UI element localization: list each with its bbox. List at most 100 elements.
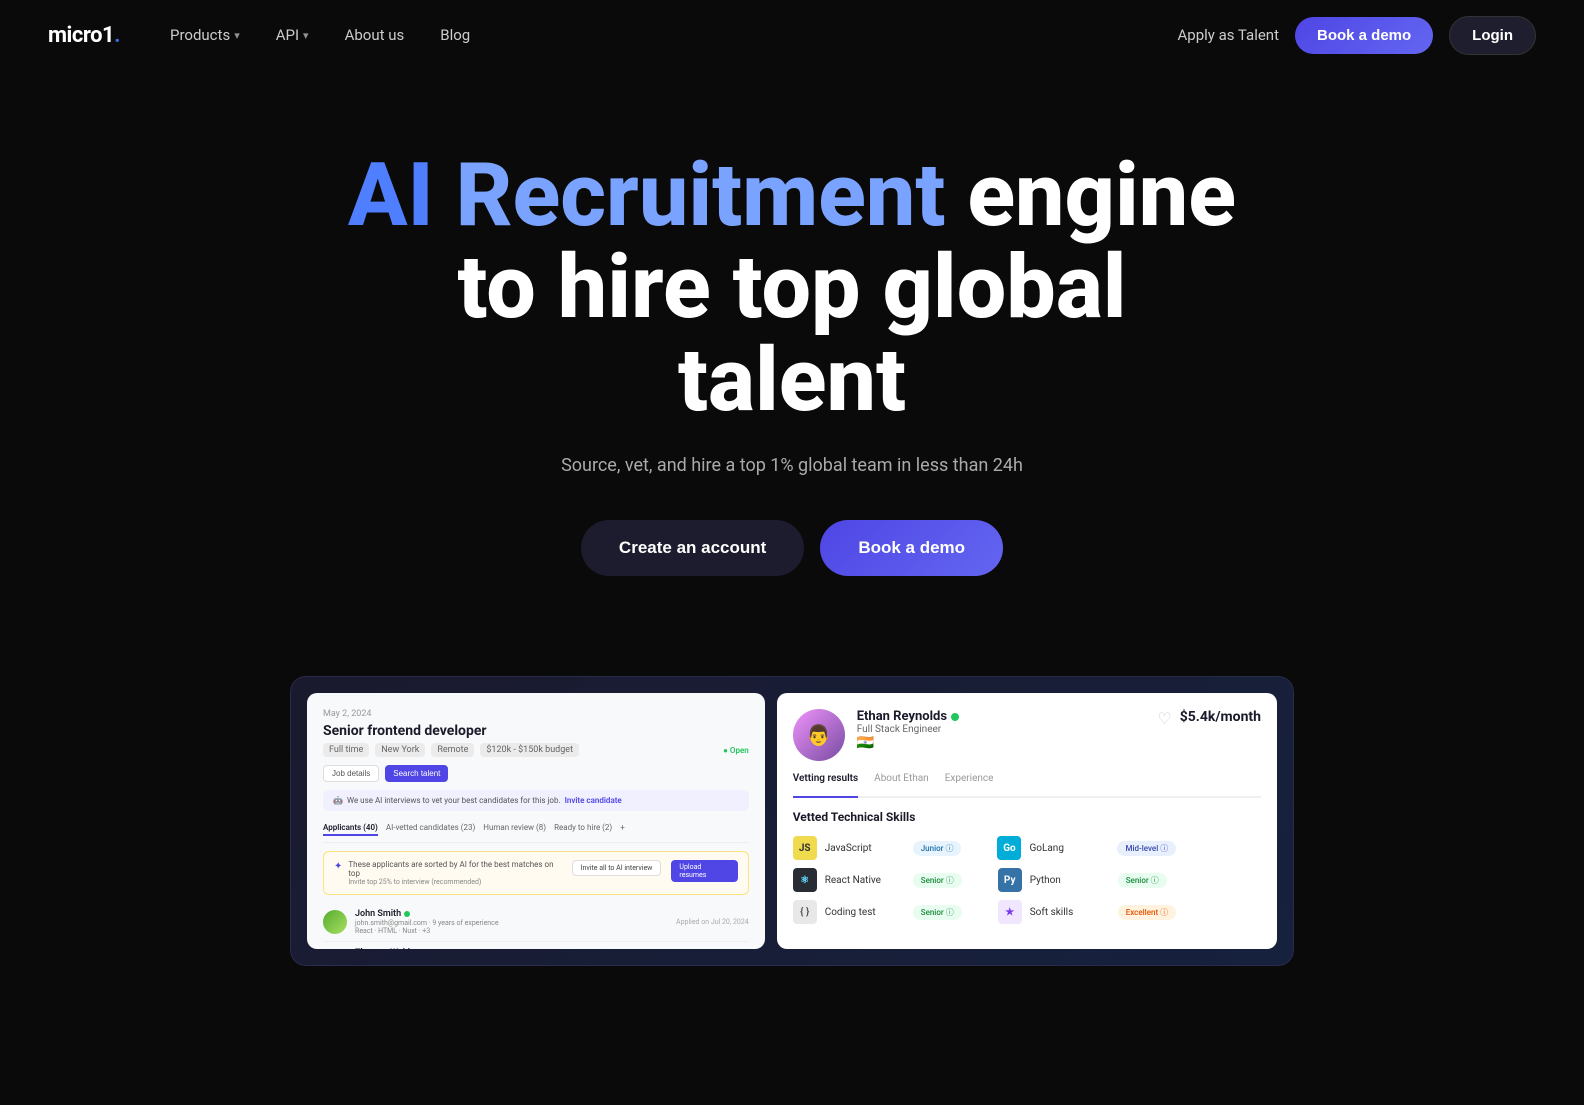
verified-icon	[404, 911, 410, 917]
candidate-row: Theresa Webb theresarobin@gmail.com · 6 …	[323, 942, 749, 949]
tab-human-review[interactable]: Human review (8)	[483, 821, 546, 836]
skill-name: JavaScript	[825, 843, 905, 854]
job-header: May 2, 2024 Senior frontend developer Fu…	[323, 709, 749, 811]
nav-link-products[interactable]: Products ▾	[156, 18, 254, 52]
online-status-icon	[951, 713, 959, 721]
upload-resumes-button[interactable]: Upload resumes	[671, 860, 737, 882]
chevron-down-icon: ▾	[303, 29, 309, 42]
skills-grid: JS JavaScript Junior ⓘ Go GoLang Mid-lev…	[793, 836, 1261, 924]
nav-link-about[interactable]: About us	[331, 18, 419, 52]
profile-tabs: Vetting results About Ethan Experience	[793, 773, 1261, 798]
tab-applicants[interactable]: Applicants (40)	[323, 821, 378, 836]
skill-badge: Mid-level ⓘ	[1117, 841, 1176, 856]
candidate-name: Theresa Webb	[355, 948, 668, 949]
skill-badge: Senior ⓘ	[1118, 873, 1167, 888]
sort-notice-sub: Invite top 25% to interview (recommended…	[348, 878, 565, 886]
apply-talent-link[interactable]: Apply as Talent	[1177, 26, 1279, 44]
python-icon: Py	[998, 868, 1022, 892]
tab-more[interactable]: +	[620, 821, 625, 836]
candidate-row: John Smith john.smith@gmail.com · 9 year…	[323, 903, 749, 942]
hero-subtitle: Source, vet, and hire a top 1% global te…	[561, 455, 1023, 476]
hero-title-engine: engine	[967, 144, 1236, 247]
dashboard-preview: May 2, 2024 Senior frontend developer Fu…	[242, 676, 1342, 966]
profile-role: Full Stack Engineer	[857, 724, 1158, 735]
status-badge: ● Open	[723, 746, 749, 755]
job-title: Senior frontend developer	[323, 723, 749, 739]
candidate-meta: john.smith@gmail.com · 9 years of experi…	[355, 919, 668, 927]
job-tag: New York	[375, 743, 425, 757]
dashboard-container: May 2, 2024 Senior frontend developer Fu…	[290, 676, 1294, 966]
hero-title-recruitment: Recruitment	[456, 144, 968, 247]
navbar: micro1. Products ▾ API ▾ About us Blog A…	[0, 0, 1584, 70]
skill-row: JS JavaScript Junior ⓘ Go GoLang Mid-lev…	[793, 836, 1261, 860]
sort-notice-icon: ✦	[334, 861, 342, 872]
skill-badge: Excellent ⓘ	[1118, 905, 1176, 920]
hero-section: AI Recruitment engine to hire top global…	[0, 70, 1584, 636]
skills-section-title: Vetted Technical Skills	[793, 810, 1261, 824]
job-tag: $120k - $150k budget	[480, 743, 579, 757]
go-icon: Go	[997, 836, 1021, 860]
hero-title-talent: talent	[678, 329, 906, 432]
candidate-info: John Smith john.smith@gmail.com · 9 year…	[355, 909, 668, 935]
job-details-button[interactable]: Job details	[323, 765, 379, 782]
tab-experience[interactable]: Experience	[945, 773, 994, 788]
profile-price: $5.4k/month	[1180, 709, 1261, 725]
candidate-info: Theresa Webb theresarobin@gmail.com · 6 …	[355, 948, 668, 949]
nav-link-api[interactable]: API ▾	[262, 18, 323, 52]
skill-badge: Senior ⓘ	[913, 873, 962, 888]
login-button[interactable]: Login	[1449, 16, 1536, 55]
candidate-name: John Smith	[355, 909, 668, 919]
tabs-row: Applicants (40) AI-vetted candidates (23…	[323, 821, 749, 843]
job-date: May 2, 2024	[323, 709, 749, 719]
hero-title-line2: to hire top global	[457, 236, 1126, 339]
skill-name: Coding test	[825, 907, 905, 918]
invite-ai-button[interactable]: Invite all to AI interview	[572, 860, 662, 876]
job-tag: Remote	[431, 743, 474, 757]
tab-ai-vetted[interactable]: AI-vetted candidates (23)	[386, 821, 475, 836]
avatar	[323, 910, 347, 934]
ai-banner: 🤖 We use AI interviews to vet your best …	[323, 790, 749, 811]
tab-ready-hire[interactable]: Ready to hire (2)	[554, 821, 612, 836]
nav-left: micro1. Products ▾ API ▾ About us Blog	[48, 18, 484, 52]
flag-icon: 🇮🇳	[857, 735, 1158, 751]
nav-links: Products ▾ API ▾ About us Blog	[156, 18, 484, 52]
skill-row: ⚛ React Native Senior ⓘ Py Python Senior…	[793, 868, 1261, 892]
left-panel: May 2, 2024 Senior frontend developer Fu…	[307, 693, 765, 949]
chevron-down-icon: ▾	[234, 29, 240, 42]
heart-icon[interactable]: ♡	[1157, 709, 1171, 728]
job-tag: Full time	[323, 743, 369, 757]
create-account-button[interactable]: Create an account	[581, 520, 804, 576]
job-actions: Job details Search talent	[323, 765, 749, 782]
ai-banner-icon: 🤖	[333, 796, 343, 805]
invite-candidate-link[interactable]: Invite candidate	[565, 796, 622, 805]
hero-title: AI Recruitment engine to hire top global…	[348, 150, 1236, 427]
ai-banner-text: We use AI interviews to vet your best ca…	[347, 796, 561, 805]
job-tags: Full time New York Remote $120k - $150k …	[323, 743, 749, 757]
skill-name: Soft skills	[1030, 907, 1110, 918]
book-demo-hero-button[interactable]: Book a demo	[820, 520, 1003, 576]
logo[interactable]: micro1.	[48, 23, 120, 48]
skill-name: Python	[1030, 875, 1110, 886]
nav-link-blog[interactable]: Blog	[426, 18, 484, 52]
logo-dot: .	[114, 23, 120, 48]
hero-buttons: Create an account Book a demo	[581, 520, 1003, 576]
candidate-date: Applied on Jul 20, 2024	[676, 918, 749, 926]
book-demo-nav-button[interactable]: Book a demo	[1295, 17, 1433, 54]
coding-icon: { }	[793, 900, 817, 924]
tab-about[interactable]: About Ethan	[874, 773, 929, 788]
profile-avatar: 👨	[793, 709, 845, 761]
skill-row: { } Coding test Senior ⓘ ★ Soft skills E…	[793, 900, 1261, 924]
sort-notice: ✦ These applicants are sorted by AI for …	[323, 851, 749, 895]
hero-title-ai: AI	[348, 144, 456, 247]
profile-info: Ethan Reynolds Full Stack Engineer 🇮🇳	[857, 709, 1158, 751]
skill-name: GoLang	[1029, 843, 1109, 854]
js-icon: JS	[793, 836, 817, 860]
nav-right: Apply as Talent Book a demo Login	[1177, 16, 1536, 55]
sort-notice-text: These applicants are sorted by AI for th…	[348, 860, 565, 878]
candidate-skills: React · HTML · Nuxt · +3	[355, 927, 668, 935]
search-talent-button[interactable]: Search talent	[385, 765, 448, 782]
skill-name: React Native	[825, 875, 905, 886]
skill-badge: Senior ⓘ	[913, 905, 962, 920]
tab-vetting[interactable]: Vetting results	[793, 773, 858, 798]
profile-name: Ethan Reynolds	[857, 709, 1158, 724]
